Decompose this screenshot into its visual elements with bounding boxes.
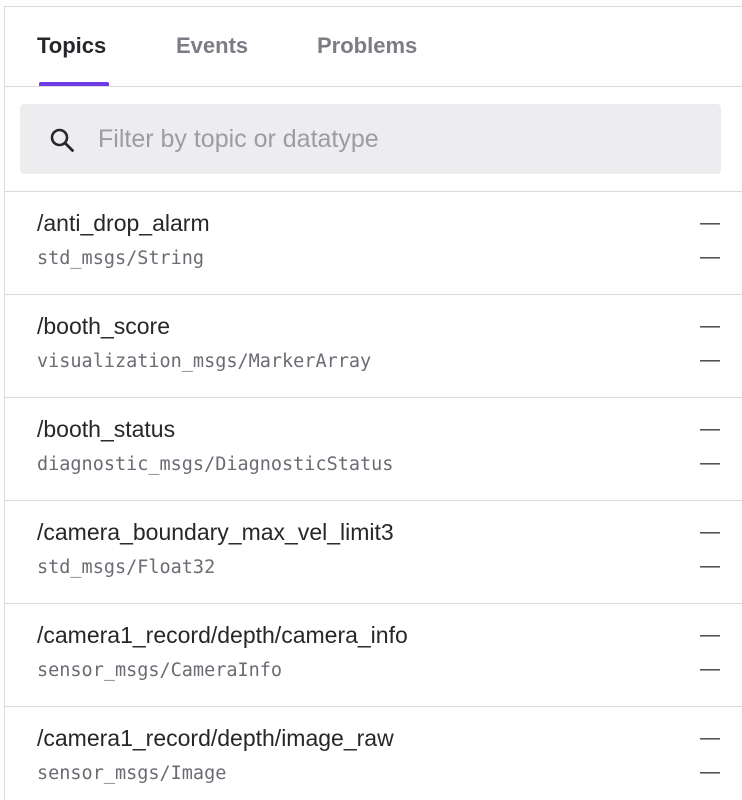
topic-datatype: std_msgs/String [37,248,205,269]
search-icon [50,128,74,152]
filter-box[interactable] [20,104,721,174]
topic-message-count: — [700,315,720,337]
topic-message-count: — [700,624,720,646]
topic-message-count: — [700,727,720,749]
topic-frequency: — [700,555,720,577]
topic-frequency: — [700,246,720,268]
active-tab-indicator [39,82,109,86]
tab-topics[interactable]: Topics [37,7,106,86]
topic-datatype: sensor_msgs/Image [37,763,227,784]
topic-list: /anti_drop_alarm std_msgs/String — — /bo… [5,192,742,800]
topic-row[interactable]: /anti_drop_alarm std_msgs/String — — [5,192,742,295]
filter-input[interactable] [98,104,698,174]
topic-datatype: visualization_msgs/MarkerArray [37,351,372,372]
topic-frequency: — [700,658,720,680]
topic-datatype: std_msgs/Float32 [37,557,216,578]
tab-events[interactable]: Events [176,7,248,86]
topic-name: /camera_boundary_max_vel_limit3 [37,519,394,545]
topic-row[interactable]: /camera1_record/depth/image_raw sensor_m… [5,707,742,800]
tab-bar: Topics Events Problems [5,7,742,87]
topic-row[interactable]: /booth_status diagnostic_msgs/Diagnostic… [5,398,742,501]
topic-name: /booth_status [37,416,176,442]
filter-section [5,87,742,192]
topic-name: /camera1_record/depth/camera_info [37,622,408,648]
topic-datatype: sensor_msgs/CameraInfo [37,660,283,681]
topic-row[interactable]: /camera_boundary_max_vel_limit3 std_msgs… [5,501,742,604]
topic-name: /anti_drop_alarm [37,210,210,236]
tab-problems[interactable]: Problems [317,7,417,86]
topic-name: /camera1_record/depth/image_raw [37,725,394,751]
topics-panel: Topics Events Problems /anti_drop_alarm … [4,6,742,800]
topic-message-count: — [700,212,720,234]
topic-frequency: — [700,349,720,371]
topic-row[interactable]: /booth_score visualization_msgs/MarkerAr… [5,295,742,398]
topic-row[interactable]: /camera1_record/depth/camera_info sensor… [5,604,742,707]
topic-message-count: — [700,521,720,543]
topic-frequency: — [700,761,720,783]
topic-name: /booth_score [37,313,170,339]
topic-message-count: — [700,418,720,440]
topic-datatype: diagnostic_msgs/DiagnosticStatus [37,454,394,475]
topic-frequency: — [700,452,720,474]
